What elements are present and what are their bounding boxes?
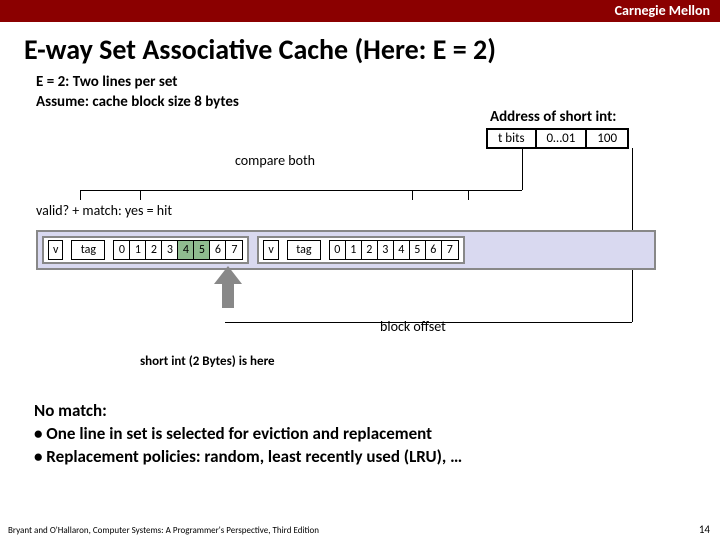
byte-cell: 5 xyxy=(410,241,426,259)
valid-bit: v xyxy=(48,240,63,260)
connector xyxy=(522,148,523,190)
byte-cell: 6 xyxy=(210,241,226,259)
byte-cell: 1 xyxy=(130,241,146,259)
byte-cell: 3 xyxy=(378,241,394,259)
byte-cell: 2 xyxy=(362,241,378,259)
nomatch-bullet2: • Replacement policies: random, least re… xyxy=(34,446,462,469)
connector xyxy=(80,190,81,200)
nomatch-heading: No match: xyxy=(34,400,462,423)
addr-tbits: t bits xyxy=(488,130,537,147)
tag-field: tag xyxy=(287,240,321,260)
connector xyxy=(412,190,413,200)
byte-cell: 2 xyxy=(146,241,162,259)
byte-cell: 3 xyxy=(162,241,178,259)
tag-field: tag xyxy=(71,240,105,260)
nomatch-block: No match: • One line in set is selected … xyxy=(34,400,462,469)
byte-cell: 0 xyxy=(114,241,130,259)
byte-cell: 0 xyxy=(330,241,346,259)
address-fields: t bits 0…01 100 xyxy=(486,128,629,149)
connector xyxy=(140,190,141,200)
data-bytes: 01234567 xyxy=(113,240,243,260)
slide-title: E-way Set Associative Cache (Here: E = 2… xyxy=(0,22,720,73)
valid-bit: v xyxy=(263,240,278,260)
connector xyxy=(468,190,469,200)
arrow-stem xyxy=(222,282,234,308)
byte-cell: 7 xyxy=(442,241,458,259)
address-label: Address of short int: xyxy=(490,108,616,126)
footer-citation: Bryant and O'Hallaron, Computer Systems:… xyxy=(8,525,319,536)
nomatch-bullet1: • One line in set is selected for evicti… xyxy=(34,423,462,446)
brand-bar: Carnegie Mellon xyxy=(0,0,720,22)
short-int-label: short int (2 Bytes) is here xyxy=(140,354,275,369)
subtitle-block: E = 2: Two lines per set Assume: cache b… xyxy=(0,73,720,112)
cache-line-0: v tag 01234567 xyxy=(42,236,249,264)
byte-cell: 5 xyxy=(194,241,210,259)
compare-label: compare both xyxy=(235,152,315,169)
valid-match-label: valid? + match: yes = hit xyxy=(36,202,172,219)
connector xyxy=(80,190,522,191)
byte-cell: 4 xyxy=(394,241,410,259)
addr-off: 100 xyxy=(587,130,627,147)
cache-line-1: v tag 01234567 xyxy=(257,236,464,264)
byte-cell: 1 xyxy=(346,241,362,259)
byte-cell: 4 xyxy=(178,241,194,259)
byte-cell: 6 xyxy=(426,241,442,259)
data-bytes: 01234567 xyxy=(329,240,459,260)
brand-text: Carnegie Mellon xyxy=(615,2,710,19)
page-number: 14 xyxy=(699,523,710,536)
cache-set: v tag 01234567 v tag 01234567 xyxy=(36,230,656,270)
subtitle-line2: Assume: cache block size 8 bytes xyxy=(36,93,720,113)
subtitle-line1: E = 2: Two lines per set xyxy=(36,73,720,93)
addr-set: 0…01 xyxy=(537,130,588,147)
byte-cell: 7 xyxy=(226,241,242,259)
block-offset-label: block offset xyxy=(380,318,446,335)
